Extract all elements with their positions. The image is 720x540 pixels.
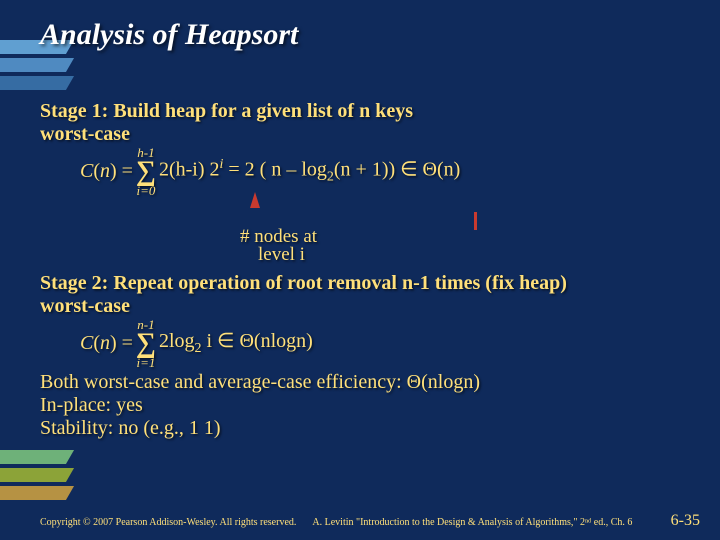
copyright-text: Copyright © 2007 Pearson Addison-Wesley.… bbox=[40, 517, 296, 528]
slide-footer: Copyright © 2007 Pearson Addison-Wesley.… bbox=[40, 512, 700, 530]
citation-text: A. Levitin "Introduction to the Design &… bbox=[312, 517, 632, 528]
arrow-pointer bbox=[250, 191, 700, 230]
note-line2: level i bbox=[258, 244, 700, 266]
sigma-icon: n-1 ∑ i=1 bbox=[136, 318, 156, 369]
sum-body-c: (n + 1)) ∈ Θ(n) bbox=[334, 159, 460, 181]
stage2-worst: worst-case bbox=[40, 295, 130, 317]
sum-body-b: = 2 ( n – log bbox=[223, 159, 327, 181]
stage2-formula: C(n) = n-1 ∑ i=1 2log2 i ∈ Θ(nlogn) bbox=[40, 318, 700, 369]
sum2-body-b: i ∈ Θ(nlogn) bbox=[202, 330, 313, 352]
stability-line: Stability: no (e.g., 1 1) bbox=[40, 417, 700, 440]
stage1-heading: Stage 1: Build heap for a given list of … bbox=[40, 100, 700, 123]
stage1-heading-text: Stage 1: Build heap for a given list of … bbox=[40, 100, 413, 122]
sum-body-a: 2(h-i) 2 bbox=[159, 159, 220, 181]
sigma-icon: h-1 ∑ i=0 bbox=[136, 146, 156, 197]
both-line: Both worst-case and average-case efficie… bbox=[40, 371, 700, 394]
inplace-line: In-place: yes bbox=[40, 394, 700, 417]
stage2-heading: Stage 2: Repeat operation of root remova… bbox=[40, 272, 700, 295]
stage1-worst: worst-case bbox=[40, 123, 130, 145]
sum2-body-a: 2log bbox=[159, 330, 195, 352]
slide-title: Analysis of Heapsort bbox=[40, 18, 298, 52]
stage2-heading-text: Stage 2: Repeat operation of root remova… bbox=[40, 272, 567, 294]
stage1-formula: C(n) = h-1 ∑ i=0 2(h-i) 2i = 2 ( n – log… bbox=[40, 146, 700, 197]
sum-lower: i=0 bbox=[137, 184, 156, 197]
slide-body: Stage 1: Build heap for a given list of … bbox=[40, 100, 700, 440]
page-number: 6-35 bbox=[671, 512, 700, 530]
sum-lower2: i=1 bbox=[137, 356, 156, 369]
